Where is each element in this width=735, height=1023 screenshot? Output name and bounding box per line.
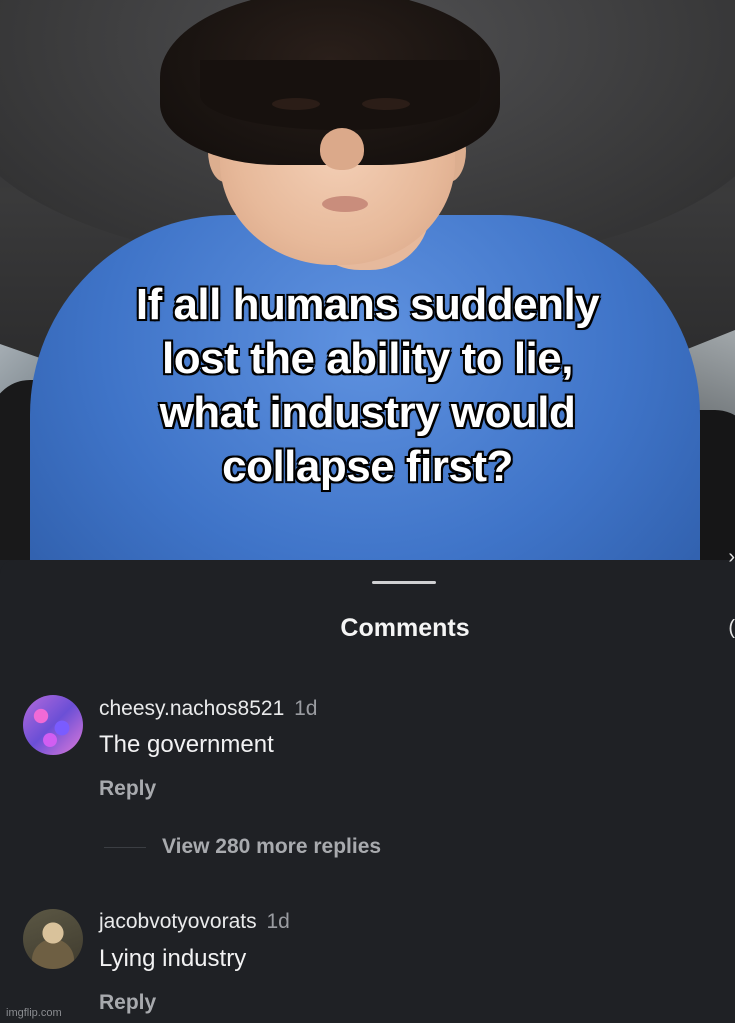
edge-indicator: › bbox=[728, 546, 735, 568]
video-caption-line: lost the ability to lie, bbox=[161, 333, 574, 384]
video-caption-line: If all humans suddenly bbox=[135, 279, 601, 330]
comment-text: Lying industry bbox=[99, 945, 247, 972]
sheet-drag-handle[interactable] bbox=[372, 581, 436, 584]
person-nose bbox=[320, 128, 364, 170]
comment-header: jacobvotyovorats 1d bbox=[99, 909, 290, 935]
comment-age: 1d bbox=[294, 697, 318, 720]
edge-indicator: ( bbox=[728, 617, 735, 639]
comment-header: cheesy.nachos8521 1d bbox=[99, 696, 317, 722]
avatar[interactable] bbox=[23, 909, 83, 969]
video-caption: If all humans suddenly lost the ability … bbox=[0, 278, 735, 494]
person-mouth bbox=[322, 196, 368, 212]
replies-divider bbox=[104, 847, 146, 848]
comment-text: The government bbox=[99, 731, 274, 758]
watermark: imgflip.com bbox=[6, 1007, 62, 1019]
comment-username[interactable]: jacobvotyovorats bbox=[99, 910, 257, 933]
reply-button[interactable]: Reply bbox=[99, 990, 156, 1016]
person-eye-left bbox=[272, 98, 320, 110]
video-frame[interactable]: If all humans suddenly lost the ability … bbox=[0, 0, 735, 560]
comments-title: Comments bbox=[340, 614, 470, 642]
view-more-replies-label: View 280 more replies bbox=[162, 835, 382, 858]
comment-username[interactable]: cheesy.nachos8521 bbox=[99, 697, 284, 720]
person-hair-fringe bbox=[200, 60, 480, 130]
video-caption-line: what industry would bbox=[159, 387, 577, 438]
comments-sheet-top-edge bbox=[0, 560, 735, 590]
person-eye-right bbox=[362, 98, 410, 110]
reply-button[interactable]: Reply bbox=[99, 776, 156, 802]
avatar[interactable] bbox=[23, 695, 83, 755]
comment-age: 1d bbox=[266, 910, 290, 933]
video-caption-line: collapse first? bbox=[221, 441, 514, 492]
